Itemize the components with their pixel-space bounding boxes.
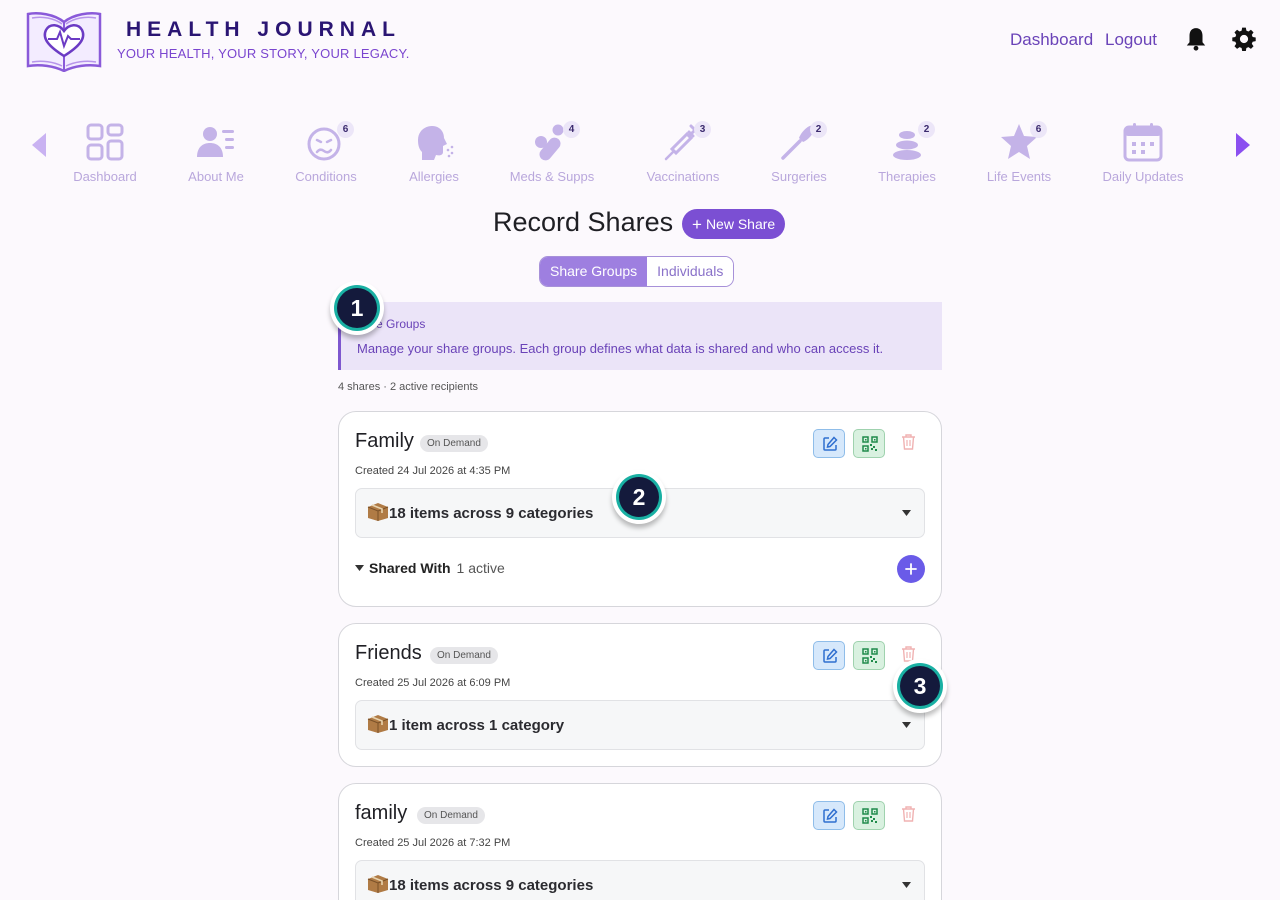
page-title: Record Shares — [493, 207, 674, 237]
items-summary: 18 items across 9 categories — [389, 505, 594, 522]
health-journal-logo[interactable] — [24, 6, 104, 72]
sneeze-head-icon — [418, 126, 454, 160]
nav-label: Dashboard — [73, 169, 137, 184]
nav-label: Surgeries — [771, 169, 827, 184]
share-group-card: Friends On Demand Created 25 Jul 2026 at… — [338, 623, 942, 767]
items-dropdown[interactable]: 18 items across 9 categories — [355, 860, 925, 900]
share-group-card: family On Demand Created 25 Jul 2026 at … — [338, 783, 942, 900]
edit-icon — [823, 808, 838, 823]
trash-icon[interactable] — [901, 806, 916, 822]
nav-label: Conditions — [295, 169, 357, 184]
nav-item-life-events[interactable]: 6 Life Events — [964, 120, 1074, 186]
nav-next-arrow[interactable] — [1233, 132, 1253, 158]
nav-label: Allergies — [409, 169, 459, 184]
marker-number: 1 — [337, 288, 377, 328]
info-callout: e Groups Manage your share groups. Each … — [338, 302, 942, 370]
gear-icon[interactable] — [1231, 26, 1257, 52]
info-description: Manage your share groups. Each group def… — [357, 341, 884, 356]
nav-item-surgeries[interactable]: 2 Surgeries — [744, 120, 854, 186]
mode-badge: On Demand — [430, 647, 498, 664]
user-profile-icon — [197, 127, 234, 157]
edit-button[interactable] — [813, 801, 845, 830]
share-view-toggle: Share Groups Individuals — [539, 256, 735, 287]
qr-code-icon — [862, 648, 878, 664]
chevron-down-icon — [902, 882, 911, 888]
app-header: HEALTH JOURNAL YOUR HEALTH, YOUR STORY, … — [0, 0, 1280, 80]
package-icon — [367, 503, 389, 521]
tab-share-groups[interactable]: Share Groups — [540, 257, 648, 286]
nav-label: Therapies — [878, 169, 936, 184]
chevron-down-icon — [902, 722, 911, 728]
brand-tagline: YOUR HEALTH, YOUR STORY, YOUR LEGACY. — [117, 46, 410, 61]
caret-down-icon — [355, 565, 364, 571]
nav-item-allergies[interactable]: Allergies — [379, 120, 489, 186]
count-badge: 6 — [1030, 121, 1047, 138]
tab-individuals[interactable]: Individuals — [647, 257, 734, 286]
share-summary: 4 shares · 2 active recipients — [338, 381, 479, 393]
annotation-marker: 1 — [330, 281, 384, 335]
annotation-marker: 3 — [893, 659, 947, 713]
mode-badge: On Demand — [417, 807, 485, 824]
count-badge: 3 — [694, 121, 711, 138]
qr-code-button[interactable] — [853, 801, 885, 830]
nav-prev-arrow[interactable] — [30, 132, 50, 158]
plus-icon: + — [692, 215, 702, 234]
qr-code-button[interactable] — [853, 641, 885, 670]
chevron-down-icon — [902, 510, 911, 516]
logout-link[interactable]: Logout — [1105, 30, 1157, 50]
count-badge: 2 — [918, 121, 935, 138]
new-share-label: New Share — [705, 216, 776, 232]
count-badge: 2 — [810, 121, 827, 138]
nav-label: Meds & Supps — [509, 169, 595, 184]
add-recipient-button[interactable] — [897, 555, 925, 583]
marker-number: 3 — [900, 666, 940, 706]
share-group-name: Friends — [355, 642, 422, 664]
edit-icon — [823, 436, 838, 451]
dashboard-grid-icon — [86, 123, 124, 161]
nav-label: Vaccinations — [646, 169, 720, 184]
bell-icon[interactable] — [1183, 26, 1209, 52]
edit-button[interactable] — [813, 429, 845, 458]
mode-badge: On Demand — [420, 435, 488, 452]
package-icon — [367, 715, 389, 733]
dashboard-link[interactable]: Dashboard — [1010, 30, 1093, 50]
nav-item-about-me[interactable]: About Me — [161, 120, 271, 186]
nav-label: Daily Updates — [1102, 169, 1184, 184]
share-group-name: Family — [355, 430, 414, 452]
edit-button[interactable] — [813, 641, 845, 670]
new-share-button[interactable]: + New Share — [682, 209, 786, 239]
created-date: Created 24 Jul 2026 at 4:35 PM — [355, 465, 511, 477]
created-date: Created 25 Jul 2026 at 7:32 PM — [355, 837, 511, 849]
count-badge: 6 — [337, 121, 354, 138]
shared-with-label: Shared With — [369, 560, 451, 576]
nav-label: Life Events — [986, 169, 1052, 184]
calendar-icon — [1123, 123, 1163, 162]
nav-label: About Me — [188, 169, 244, 184]
plus-icon — [905, 563, 917, 575]
count-badge: 4 — [563, 121, 580, 138]
nav-item-dashboard[interactable]: Dashboard — [50, 120, 160, 186]
qr-code-button[interactable] — [853, 429, 885, 458]
trash-icon[interactable] — [901, 434, 916, 450]
nav-item-meds-supps[interactable]: 4 Meds & Supps — [497, 120, 607, 186]
created-date: Created 25 Jul 2026 at 6:09 PM — [355, 677, 511, 689]
qr-code-icon — [862, 436, 878, 452]
nav-item-conditions[interactable]: 6 Conditions — [271, 120, 381, 186]
shared-with-count: 1 active — [456, 560, 505, 576]
marker-number: 2 — [619, 477, 659, 517]
shared-with-toggle[interactable]: Shared With 1 active — [355, 560, 505, 576]
nav-item-vaccinations[interactable]: 3 Vaccinations — [628, 120, 738, 186]
brand-title: HEALTH JOURNAL — [126, 18, 401, 41]
nav-item-therapies[interactable]: 2 Therapies — [852, 120, 962, 186]
qr-code-icon — [862, 808, 878, 824]
nav-item-daily-updates[interactable]: Daily Updates — [1088, 120, 1198, 186]
package-icon — [367, 875, 389, 893]
items-dropdown[interactable]: 1 item across 1 category — [355, 700, 925, 750]
edit-icon — [823, 648, 838, 663]
share-group-name: family — [355, 802, 408, 824]
items-summary: 1 item across 1 category — [389, 717, 565, 734]
annotation-marker: 2 — [612, 470, 666, 524]
items-summary: 18 items across 9 categories — [389, 877, 594, 894]
info-title: e Groups — [376, 317, 426, 331]
